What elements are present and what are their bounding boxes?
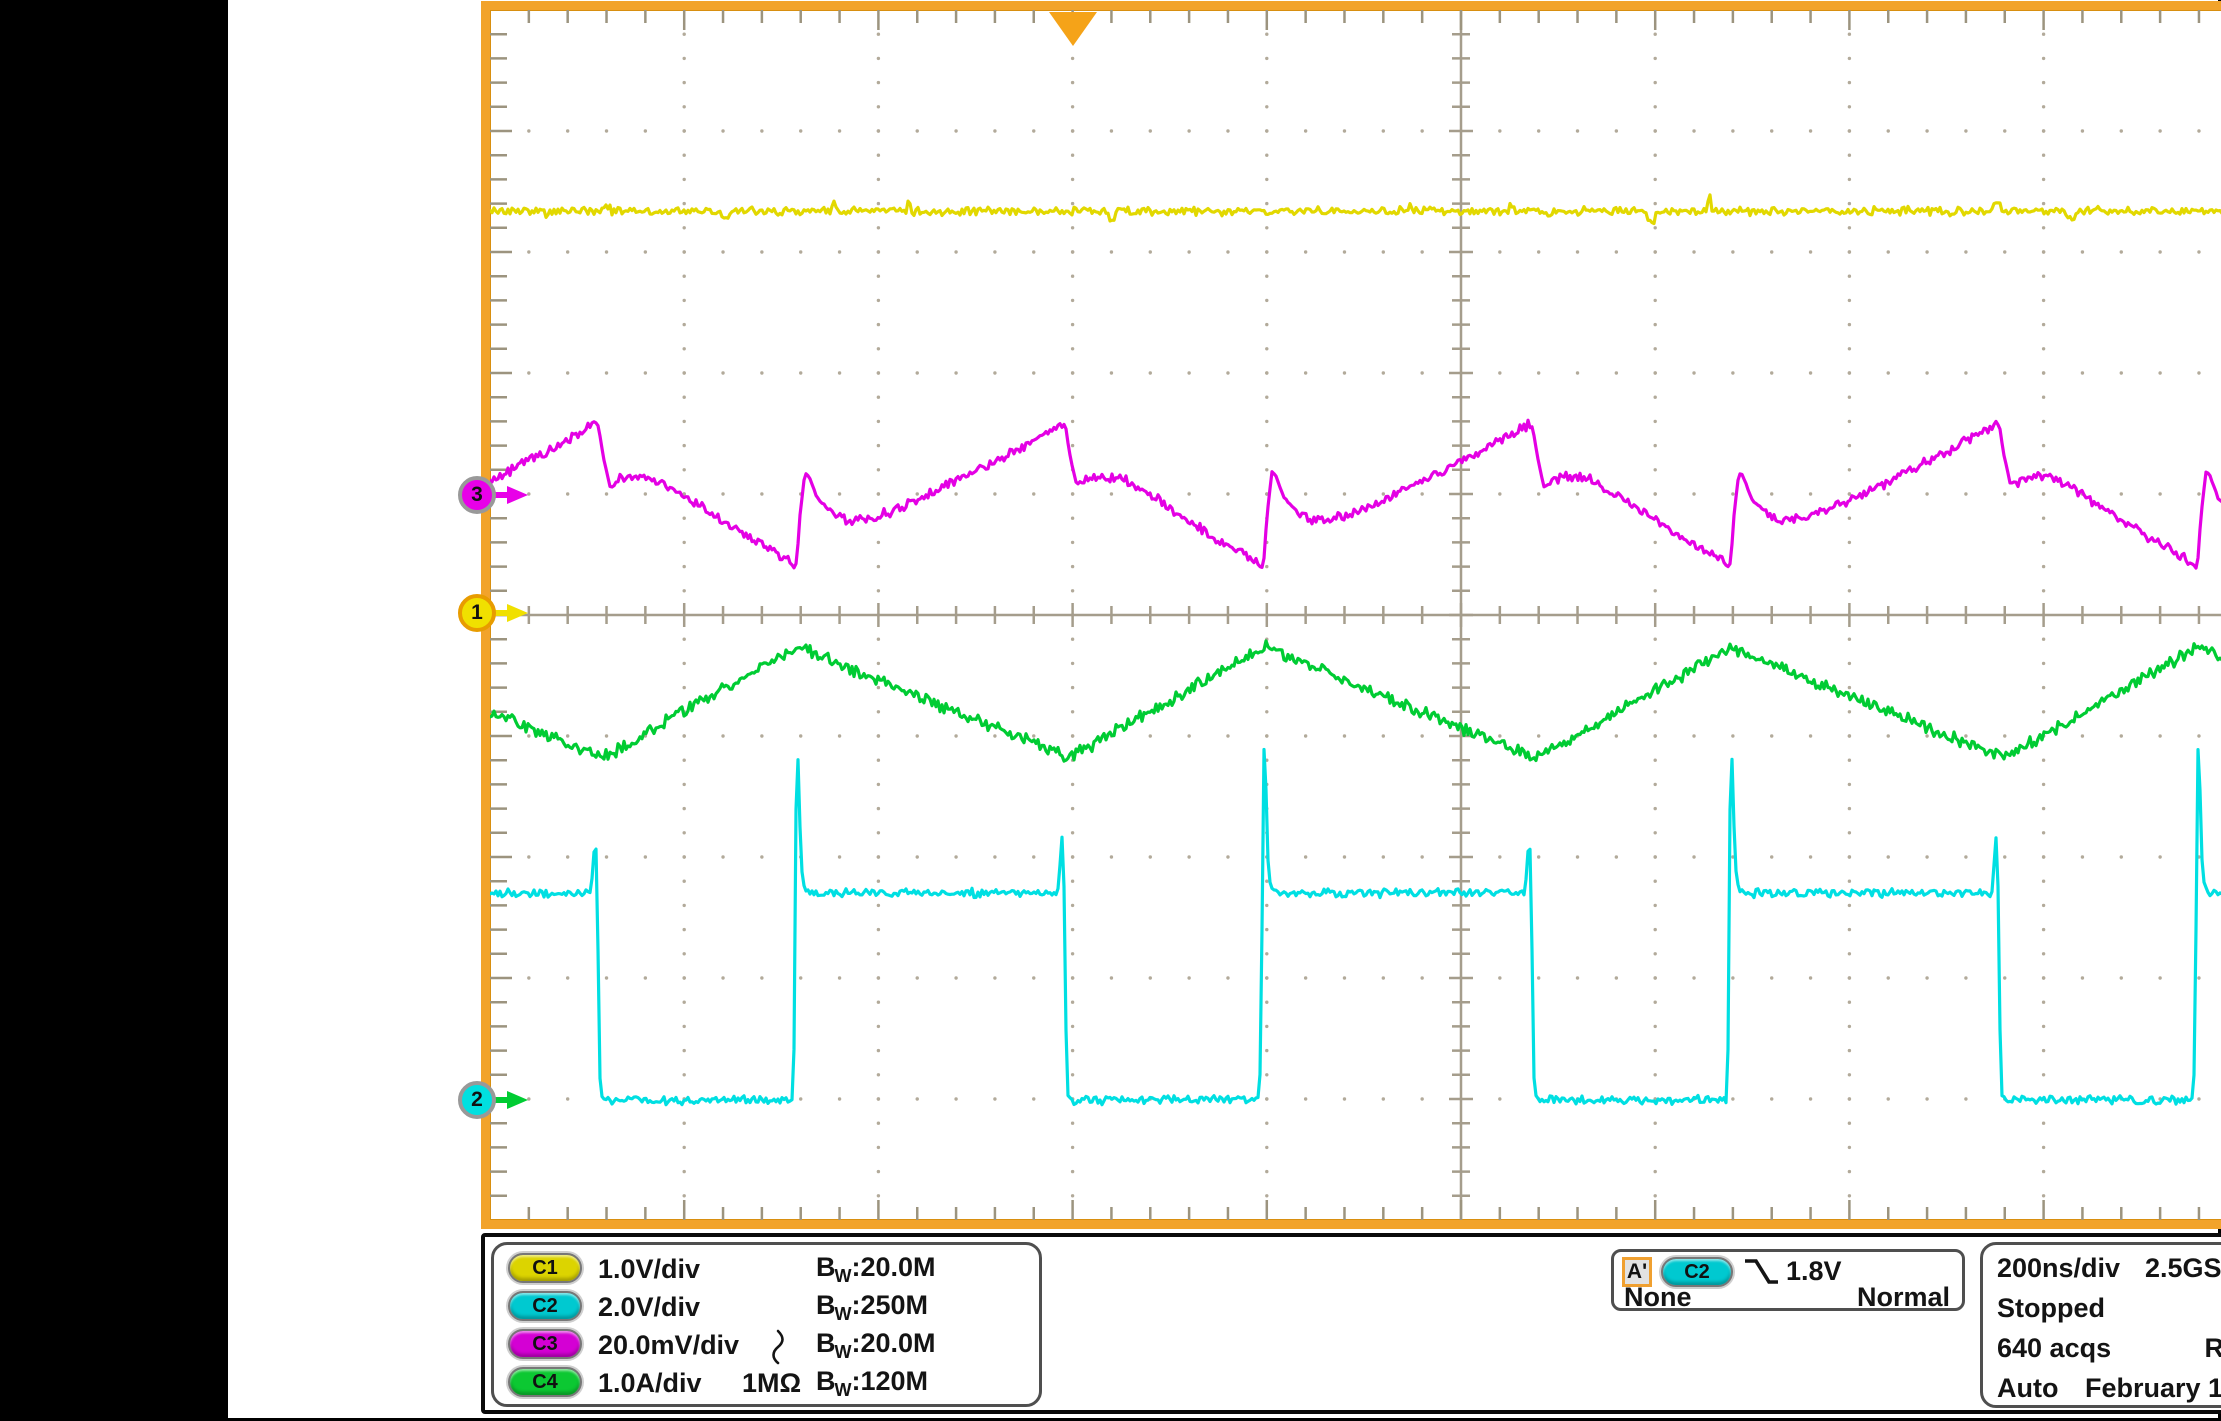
channel3-reference-label: 3 (471, 483, 483, 506)
channel1-button[interactable]: C1 (508, 1253, 582, 1283)
channel2-reference-marker[interactable]: 2 (458, 1081, 496, 1119)
channel4-button-label: C4 (532, 1371, 558, 1393)
waveform-svg (490, 10, 2221, 1220)
trigger-level-value: 1.8V (1786, 1256, 1842, 1287)
channel2-row[interactable]: C2 2.0V/div BW:250M (494, 1289, 1039, 1327)
channel1-bandwidth: BW:20.0M (816, 1252, 936, 1287)
channel3-button-label: C3 (532, 1333, 558, 1355)
status-row: Auto February 17, 2016 10:17:01 (1983, 1373, 2221, 1411)
channel1-button-label: C1 (532, 1257, 558, 1279)
falling-edge-icon (1742, 1256, 1780, 1288)
trigger-mode: Normal (1857, 1282, 1950, 1313)
channel3-button[interactable]: C3 (508, 1329, 582, 1359)
channel4-button[interactable]: C4 (508, 1367, 582, 1397)
waveform-plot-area (490, 10, 2221, 1220)
trigger-holdoff: None (1624, 1282, 1692, 1313)
acquisition-count: 640 acqs (1997, 1333, 2111, 1364)
channel2-reference-label: 2 (471, 1088, 483, 1111)
record-length: RL:5.0k (2204, 1333, 2221, 1364)
channel4-scale: 1.0A/div (598, 1368, 702, 1399)
date-readout: February 17, 2016 (2085, 1373, 2221, 1404)
channel3-reference-marker[interactable]: 3 (458, 476, 496, 514)
horizontal-acquisition-panel[interactable]: 200ns/div 2.5GS/s 400ps/pt Stopped 640 a… (1980, 1242, 2221, 1408)
channel1-reference-label: 1 (471, 601, 483, 624)
trigger-source-label: C2 (1684, 1261, 1710, 1283)
trigger-panel[interactable]: A' C2 1.8V None Normal (1611, 1249, 1965, 1311)
oscilloscope-screenshot: 3 1 2 C1 1.0V/div BW:20.0M (0, 0, 2221, 1421)
acq-state-row: Stopped (1983, 1293, 2221, 1331)
acq-count-row: 640 acqs RL:5.0k (1983, 1333, 2221, 1371)
channel4-impedance: 1MΩ (742, 1368, 801, 1399)
channel3-row[interactable]: C3 20.0mV/div BW:20.0M (494, 1327, 1039, 1365)
channel1-reference-arrow-icon (494, 602, 530, 624)
trigger-position-marker[interactable] (1049, 12, 1097, 46)
channel-settings-panel: C1 1.0V/div BW:20.0M C2 2.0V/div BW:250M… (491, 1242, 1042, 1407)
trigger-aux-label: A' (1627, 1260, 1647, 1283)
channel2-button[interactable]: C2 (508, 1291, 582, 1321)
channel3-scale: 20.0mV/div (598, 1330, 739, 1361)
channel3-reference-arrow-icon (494, 484, 530, 506)
channel2-bandwidth: BW:250M (816, 1290, 928, 1325)
channel4-bandwidth: BW:120M (816, 1366, 928, 1401)
channel4-row[interactable]: C4 1.0A/div 1MΩ BW:120M (494, 1365, 1039, 1403)
acquisition-state: Stopped (1997, 1293, 2105, 1324)
channel4-reference-arrow-icon (494, 1089, 530, 1111)
channel2-scale: 2.0V/div (598, 1292, 700, 1323)
channel1-scale: 1.0V/div (598, 1254, 700, 1285)
time-per-div: 200ns/div (1997, 1253, 2120, 1284)
timebase-row: 200ns/div 2.5GS/s 400ps/pt (1983, 1253, 2221, 1291)
channel3-bandwidth: BW:20.0M (816, 1328, 936, 1363)
ac-coupling-icon (770, 1329, 786, 1365)
readout-bar: C1 1.0V/div BW:20.0M C2 2.0V/div BW:250M… (481, 1233, 2221, 1414)
sample-rate: 2.5GS/s (2145, 1253, 2221, 1284)
scope-display: 3 1 2 C1 1.0V/div BW:20.0M (228, 0, 2218, 1418)
channel2-button-label: C2 (532, 1295, 558, 1317)
channel1-reference-marker[interactable]: 1 (458, 594, 496, 632)
channel1-row[interactable]: C1 1.0V/div BW:20.0M (494, 1251, 1039, 1289)
trigger-mode-auto: Auto (1997, 1373, 2058, 1404)
